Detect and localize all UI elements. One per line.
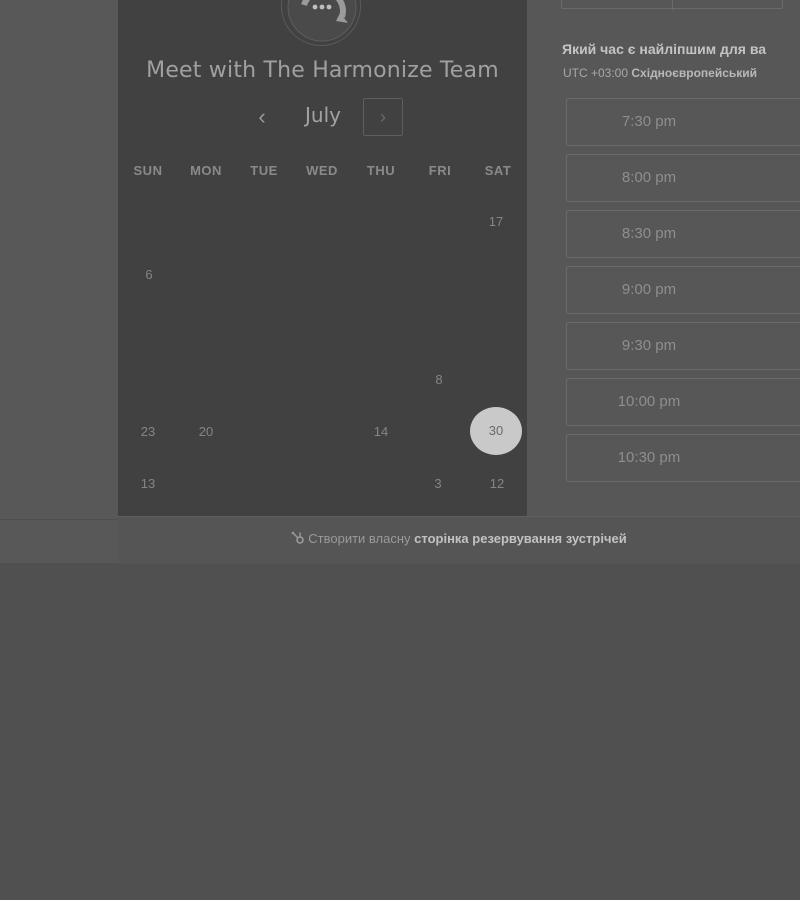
- time-slot-label: 9:30 pm: [621, 337, 677, 354]
- chevron-right-icon[interactable]: ›: [363, 98, 403, 136]
- time-slot-label: 9:00 pm: [621, 281, 677, 298]
- calendar-panel: Meet with The Harmonize Team ‹ July › SU…: [118, 0, 527, 516]
- time-slot-label: 10:30 pm: [617, 449, 681, 466]
- time-slot-panel: Який час є найліпшим для ва UTC +03:00 С…: [527, 0, 800, 516]
- weekday-tue: TUE: [250, 163, 278, 178]
- calendar-day[interactable]: 6: [124, 263, 174, 287]
- time-slot-button[interactable]: 9:00 pm: [566, 266, 800, 314]
- meeting-title: Meet with The Harmonize Team: [146, 58, 499, 83]
- calendar-day[interactable]: 8: [414, 368, 464, 392]
- chevron-left-icon[interactable]: ‹: [246, 102, 278, 134]
- calendar-day[interactable]: 14: [356, 420, 406, 444]
- time-slot-button[interactable]: 10:00 pm: [566, 378, 800, 426]
- timezone-label: UTC +03:00 Східноєвропейський: [563, 66, 757, 80]
- time-slot-label: 8:30 pm: [621, 225, 677, 242]
- duration-tabs[interactable]: [561, 0, 783, 10]
- weekday-sat: SAT: [484, 163, 512, 178]
- footer-prefix: Створити власну: [308, 531, 411, 546]
- time-slot-label: 8:00 pm: [621, 169, 677, 186]
- footer-link[interactable]: сторінка резервування зустрічей: [414, 531, 627, 546]
- time-slot-label: 10:00 pm: [617, 393, 681, 410]
- time-slot-button[interactable]: 7:30 pm: [566, 98, 800, 146]
- weekday-mon: MON: [190, 163, 222, 178]
- weekday-sun: SUN: [133, 163, 163, 178]
- weekday-wed: WED: [306, 163, 338, 178]
- time-slot-button[interactable]: 9:30 pm: [566, 322, 800, 370]
- month-label: July: [305, 103, 341, 127]
- weekday-fri: FRI: [428, 163, 452, 178]
- footer: Створити власну сторінка резервування зу…: [118, 516, 800, 564]
- calendar-day[interactable]: 13: [123, 472, 173, 496]
- calendar-day[interactable]: 20: [181, 420, 231, 444]
- calendar-day[interactable]: 17: [471, 210, 521, 234]
- weekday-thu: THU: [366, 163, 396, 178]
- time-slot-button[interactable]: 8:00 pm: [566, 154, 800, 202]
- divider: [0, 519, 118, 520]
- booking-question: Який час є найліпшим для ва: [562, 41, 767, 57]
- divider: [672, 0, 673, 10]
- time-slot-button[interactable]: 10:30 pm: [566, 434, 800, 482]
- hubspot-sprocket-icon: [291, 519, 305, 544]
- month-navigation: ‹ July ›: [118, 98, 527, 138]
- time-slot-label: 7:30 pm: [621, 113, 677, 130]
- timezone-name: Східноєвропейський: [631, 66, 758, 80]
- calendar-day[interactable]: 3: [413, 472, 463, 496]
- timezone-offset: UTC +03:00: [563, 66, 629, 80]
- chat-bubble-icon: [281, 0, 361, 46]
- calendar-day[interactable]: 23: [123, 420, 173, 444]
- time-slot-button[interactable]: 8:30 pm: [566, 210, 800, 258]
- calendar-day[interactable]: 12: [472, 472, 522, 496]
- selected-day[interactable]: 30: [470, 407, 522, 455]
